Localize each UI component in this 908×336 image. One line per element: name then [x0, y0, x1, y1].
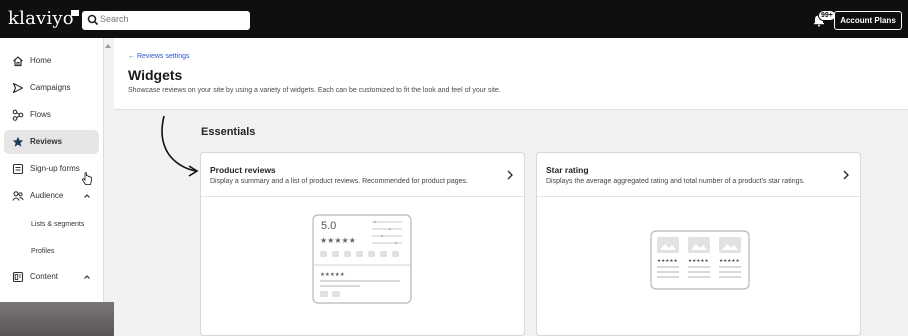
sidebar-sub-lists-segments[interactable]: Lists & segments [31, 221, 84, 228]
card-description: Displays the average aggregated rating a… [546, 178, 805, 185]
product-reviews-illustration: 5.0 ★★★★★ ★★★★★ [312, 214, 412, 304]
sidebar-item-label: Sign-up forms [30, 164, 80, 173]
page-header: ← Reviews settings Widgets Showcase revi… [114, 38, 908, 110]
section-title: Essentials [201, 126, 256, 138]
svg-text:★★★★★: ★★★★★ [320, 236, 356, 245]
page-description: Showcase reviews on your site by using a… [128, 87, 501, 94]
svg-text:★★★★★: ★★★★★ [657, 258, 678, 264]
chevron-up-icon[interactable] [83, 273, 91, 281]
sidebar-item-reviews[interactable]: Reviews [4, 130, 99, 154]
hand-drawn-arrow-icon [161, 115, 199, 177]
star-rating-illustration: ★★★★★ ★★★★★ ★★★★★ [650, 230, 750, 290]
card-header[interactable]: Star rating Displays the average aggrega… [537, 153, 860, 197]
sidebar: Home Campaigns Flows Reviews Sign-up for… [0, 38, 104, 302]
klaviyo-logo[interactable]: klaviyo [8, 8, 74, 29]
card-description: Display a summary and a list of product … [210, 178, 468, 185]
star-rating-card[interactable]: Star rating Displays the average aggrega… [536, 152, 861, 336]
sidebar-item-label: Campaigns [30, 83, 71, 92]
rating-value-text: 5.0 [321, 220, 336, 232]
hand-cursor-icon [82, 172, 92, 185]
sidebar-item-audience[interactable]: Audience [4, 184, 99, 208]
chevron-right-icon [843, 170, 849, 180]
page-title: Widgets [128, 67, 183, 83]
home-icon [13, 56, 23, 67]
sidebar-item-label: Flows [30, 110, 51, 119]
sidebar-item-campaigns[interactable]: Campaigns [4, 76, 99, 100]
back-link[interactable]: ← Reviews settings [128, 53, 189, 60]
chevron-right-icon [507, 170, 513, 180]
audience-icon [12, 191, 24, 201]
sidebar-item-label: Audience [30, 191, 64, 200]
top-bar: klaviyo Search 99+ Account Plans [0, 0, 908, 38]
back-link-label: Reviews settings [136, 53, 190, 60]
sidebar-sub-profiles[interactable]: Profiles [31, 248, 54, 255]
send-icon [12, 82, 24, 94]
product-reviews-card[interactable]: Product reviews Display a summary and a … [200, 152, 525, 336]
account-plans-button[interactable]: Account Plans [834, 11, 902, 30]
sidebar-item-content[interactable]: Content [4, 265, 99, 289]
search-icon [87, 14, 99, 26]
card-title: Star rating [546, 165, 589, 175]
sidebar-item-label: Home [30, 56, 52, 65]
flows-icon [12, 109, 24, 121]
sidebar-item-home[interactable]: Home [4, 49, 99, 73]
sidebar-footer [0, 302, 114, 336]
svg-text:★★★★★: ★★★★★ [719, 258, 740, 264]
star-icon [12, 136, 24, 147]
logo-flag-icon [71, 10, 79, 16]
chevron-up-icon[interactable] [83, 192, 91, 200]
sidebar-item-flows[interactable]: Flows [4, 103, 99, 127]
card-header[interactable]: Product reviews Display a summary and a … [201, 153, 524, 197]
svg-text:★★★★★: ★★★★★ [320, 272, 345, 278]
content-icon [12, 271, 24, 283]
search-input[interactable]: Search [82, 11, 250, 30]
sidebar-item-label: Reviews [30, 137, 63, 146]
sidebar-item-label: Content [30, 272, 59, 281]
scroll-up-icon[interactable] [105, 44, 111, 48]
search-placeholder: Search [100, 14, 129, 24]
svg-text:★★★★★: ★★★★★ [688, 258, 709, 264]
card-title: Product reviews [210, 165, 276, 175]
form-icon [12, 163, 24, 175]
